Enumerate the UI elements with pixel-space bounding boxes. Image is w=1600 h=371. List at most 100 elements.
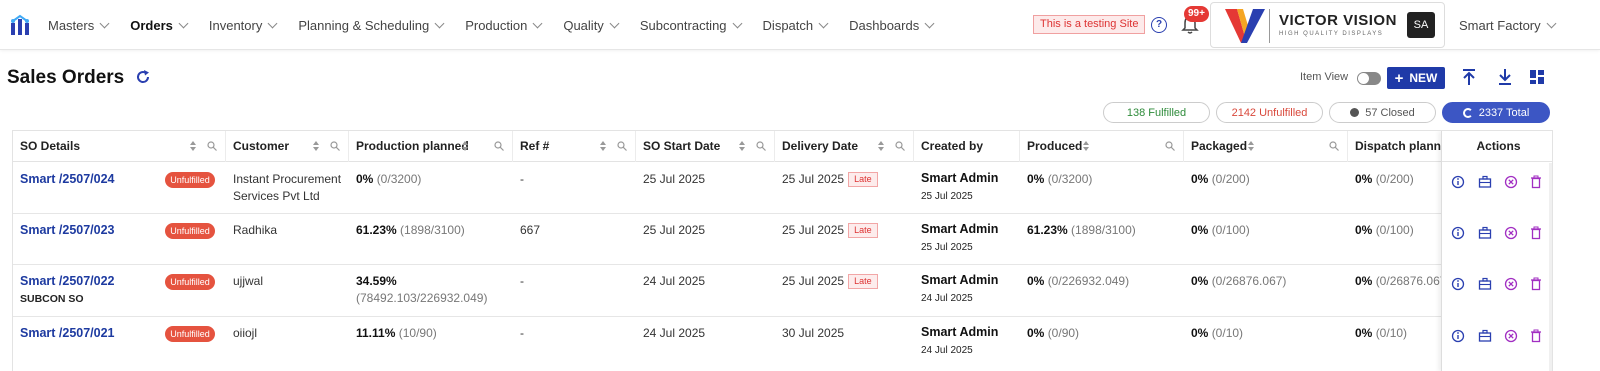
created-date: 24 Jul 2025 (921, 293, 973, 304)
search-icon[interactable] (756, 141, 766, 151)
info-icon[interactable] (1451, 175, 1465, 189)
cancel-circle-icon[interactable] (1504, 277, 1518, 291)
chevron-down-icon (732, 18, 742, 28)
dispatch-percent: 0% (1355, 223, 1373, 237)
search-icon[interactable] (895, 141, 905, 151)
column-production-planned[interactable]: Production planned (349, 131, 513, 162)
production-planned-cell: 61.23% (1898/3100) (356, 222, 465, 239)
sort-icon[interactable] (739, 141, 745, 152)
search-icon[interactable] (494, 141, 504, 151)
search-icon[interactable] (1165, 141, 1175, 151)
help-icon[interactable]: ? (1151, 17, 1167, 33)
briefcase-icon[interactable] (1478, 175, 1492, 189)
table-scrollbar[interactable] (1549, 163, 1552, 371)
info-icon[interactable] (1451, 277, 1465, 291)
cancel-circle-icon[interactable] (1504, 329, 1518, 343)
app-logo-icon[interactable] (10, 14, 32, 36)
table-row[interactable]: Smart /2507/023 Unfulfilled Radhika 61.23% … (13, 214, 1552, 265)
packaged-detail: (0/200) (1211, 172, 1250, 186)
briefcase-icon[interactable] (1478, 226, 1492, 240)
notification-count-badge: 99+ (1184, 6, 1209, 22)
nav-item-planning-scheduling[interactable]: Planning & Scheduling (298, 18, 445, 33)
column-packaged[interactable]: Packaged (1184, 131, 1348, 162)
production-detail: (78492.103/226932.049) (356, 291, 488, 305)
brand-tagline: HIGH QUALITY DISPLAYS (1279, 31, 1384, 37)
cancel-circle-icon[interactable] (1504, 175, 1518, 189)
total-filter[interactable]: 2337 Total (1442, 102, 1550, 123)
so-number-link[interactable]: Smart /2507/024 (20, 172, 115, 186)
production-detail: (10/90) (398, 326, 437, 340)
production-planned-cell: 11.11% (10/90) (356, 325, 437, 342)
so-start-date: 24 Jul 2025 (643, 326, 706, 340)
column-actions: Actions (1442, 131, 1552, 162)
nav-item-subcontracting[interactable]: Subcontracting (640, 18, 742, 33)
grid-icon[interactable] (1530, 70, 1544, 84)
nav-item-orders[interactable]: Orders (130, 18, 189, 33)
column-so-start-date[interactable]: SO Start Date (636, 131, 775, 162)
item-view-toggle[interactable] (1357, 72, 1381, 85)
trash-icon[interactable] (1529, 226, 1543, 240)
table-row[interactable]: Smart /2507/022 SUBCON SO Unfulfilled ujjwa… (13, 265, 1552, 317)
briefcase-icon[interactable] (1478, 277, 1492, 291)
search-icon[interactable] (1329, 141, 1339, 151)
sort-icon[interactable] (1083, 141, 1089, 152)
user-avatar[interactable]: SA (1407, 12, 1435, 38)
trash-icon[interactable] (1529, 329, 1543, 343)
created-date: 24 Jul 2025 (921, 345, 973, 356)
customer-cell: Radhika (233, 222, 277, 239)
created-date: 25 Jul 2025 (921, 191, 973, 202)
nav-item-quality[interactable]: Quality (563, 18, 620, 33)
trash-icon[interactable] (1529, 175, 1543, 189)
new-order-button[interactable]: + NEW (1387, 67, 1445, 89)
packaged-cell: 0% (0/200) (1191, 171, 1250, 188)
so-number-link[interactable]: Smart /2507/022 (20, 274, 115, 288)
sort-icon[interactable] (313, 141, 319, 152)
creator-name: Smart Admin (921, 222, 999, 236)
column-delivery-date[interactable]: Delivery Date (775, 131, 914, 162)
fulfilled-filter[interactable]: 138 Fulfilled (1103, 102, 1210, 123)
sort-icon[interactable] (190, 141, 196, 152)
info-icon[interactable] (1451, 226, 1465, 240)
nav-item-production[interactable]: Production (465, 18, 543, 33)
upload-icon[interactable] (1461, 68, 1477, 86)
table-row[interactable]: Smart /2507/024 Unfulfilled Instant Procur… (13, 163, 1552, 214)
table-row[interactable]: Smart /2507/021 Unfulfilled oiiojl 11.11% (… (13, 317, 1552, 371)
nav-item-inventory[interactable]: Inventory (209, 18, 278, 33)
so-number-link[interactable]: Smart /2507/023 (20, 223, 115, 237)
production-percent: 61.23% (356, 223, 397, 237)
briefcase-icon[interactable] (1478, 329, 1492, 343)
column-produced[interactable]: Produced (1020, 131, 1184, 162)
so-start-date-cell: 25 Jul 2025 (643, 222, 705, 239)
sort-icon[interactable] (1248, 141, 1254, 152)
nav-item-dashboards[interactable]: Dashboards (849, 18, 935, 33)
workspace-selector[interactable]: Smart Factory (1459, 18, 1557, 33)
dispatch-detail: (0/10) (1375, 326, 1408, 340)
dispatch-percent: 0% (1355, 326, 1373, 340)
nav-item-masters[interactable]: Masters (48, 18, 110, 33)
page-title: Sales Orders (7, 67, 125, 88)
customer-name: oiiojl (233, 326, 258, 340)
sort-icon[interactable] (462, 141, 468, 152)
closed-filter[interactable]: 57 Closed (1329, 102, 1436, 123)
info-icon[interactable] (1451, 329, 1465, 343)
closed-dot-icon (1350, 108, 1360, 117)
search-icon[interactable] (330, 141, 340, 151)
dispatch-detail: (0/100) (1375, 223, 1414, 237)
packaged-detail: (0/10) (1211, 326, 1244, 340)
trash-icon[interactable] (1529, 277, 1543, 291)
sort-icon[interactable] (878, 141, 884, 152)
search-icon[interactable] (617, 141, 627, 151)
creator-name: Smart Admin (921, 325, 999, 339)
search-icon[interactable] (207, 141, 217, 151)
cancel-circle-icon[interactable] (1504, 226, 1518, 240)
sort-icon[interactable] (600, 141, 606, 152)
so-number-link[interactable]: Smart /2507/021 (20, 326, 115, 340)
nav-item-dispatch[interactable]: Dispatch (763, 18, 829, 33)
delivery-date-cell: 25 Jul 2025 Late (782, 273, 878, 290)
column-created-by[interactable]: Created by (914, 131, 1020, 162)
download-icon[interactable] (1497, 68, 1513, 86)
delivery-date-cell: 25 Jul 2025 Late (782, 222, 878, 239)
unfulfilled-filter[interactable]: 2142 Unfulfilled (1216, 102, 1323, 123)
refresh-icon[interactable] (135, 69, 151, 85)
produced-detail: (0/226932.049) (1047, 274, 1130, 288)
